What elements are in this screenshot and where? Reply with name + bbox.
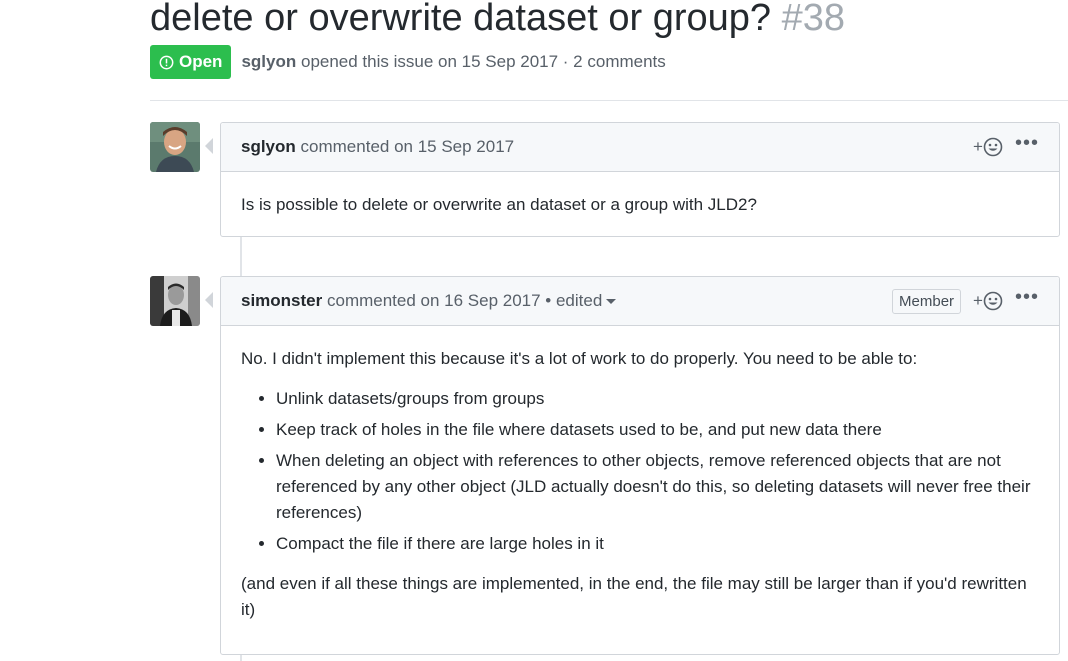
issue-title: delete or overwrite dataset or group? #3… [150,0,845,44]
state-label: Open [179,52,223,71]
timeline-line [240,236,242,276]
add-reaction-button[interactable]: + [973,291,1003,311]
issue-meta: Open sglyon opened this issue on 15 Sep … [150,45,666,79]
issue-number: #38 [781,0,845,39]
issue-author-link[interactable]: sglyon [241,52,296,71]
header-divider [150,100,1068,101]
comment-outro: (and even if all these things are implem… [241,574,1027,619]
avatar-image [150,122,200,172]
comment-intro: No. I didn't implement this because it's… [241,349,918,368]
comment-author-link[interactable]: sglyon [241,137,296,156]
comment-actions: Member + ••• [892,287,1039,314]
comment-header: sglyon commented on 15 Sep 2017 + ••• [221,123,1059,172]
avatar[interactable] [150,276,200,326]
issue-opened-text: opened this issue on 15 Sep 2017 · 2 com… [300,52,666,71]
comment-author-link[interactable]: simonster [241,291,322,310]
smiley-icon [983,137,1003,157]
avatar[interactable] [150,122,200,172]
list-item: Unlink datasets/groups from groups [276,386,1039,412]
comment-meta: sglyon commented on 15 Sep 2017 [241,137,514,157]
issue-title-text: delete or overwrite dataset or group? [150,0,772,39]
comment-meta: simonster commented on 16 Sep 2017 • edi… [241,291,617,311]
comment-pointer [205,138,213,154]
add-reaction-button[interactable]: + [973,137,1003,157]
comment-pointer [205,292,213,308]
list-item: When deleting an object with references … [276,448,1039,526]
issue-open-icon [159,55,174,69]
more-options-icon[interactable]: ••• [1015,133,1039,156]
edited-dropdown-icon[interactable] [606,299,617,305]
member-badge: Member [892,288,962,314]
plus-label: + [973,137,983,156]
comment-timestamp[interactable]: commented on 15 Sep 2017 [301,137,515,156]
comment-header: simonster commented on 16 Sep 2017 • edi… [221,277,1059,326]
comment-text: Is is possible to delete or overwrite an… [241,195,757,214]
state-badge: Open [150,45,232,79]
avatar-image [150,276,200,326]
comment-actions: + ••• [973,133,1039,157]
issue-meta-text: sglyon opened this issue on 15 Sep 2017 … [241,52,665,72]
comment-body: Is is possible to delete or overwrite an… [221,172,1059,236]
comment-body: No. I didn't implement this because it's… [221,326,1059,641]
smiley-icon [983,291,1003,311]
plus-label: + [973,291,983,310]
comment-card: sglyon commented on 15 Sep 2017 + ••• Is… [205,122,1060,237]
more-options-icon[interactable]: ••• [1015,287,1039,310]
comment-list: Unlink datasets/groups from groups Keep … [241,386,1039,557]
comment-timestamp[interactable]: commented on 16 Sep 2017 • edited [327,291,602,310]
list-item: Keep track of holes in the file where da… [276,417,1039,443]
comment-card: simonster commented on 16 Sep 2017 • edi… [205,276,1060,655]
list-item: Compact the file if there are large hole… [276,531,1039,557]
